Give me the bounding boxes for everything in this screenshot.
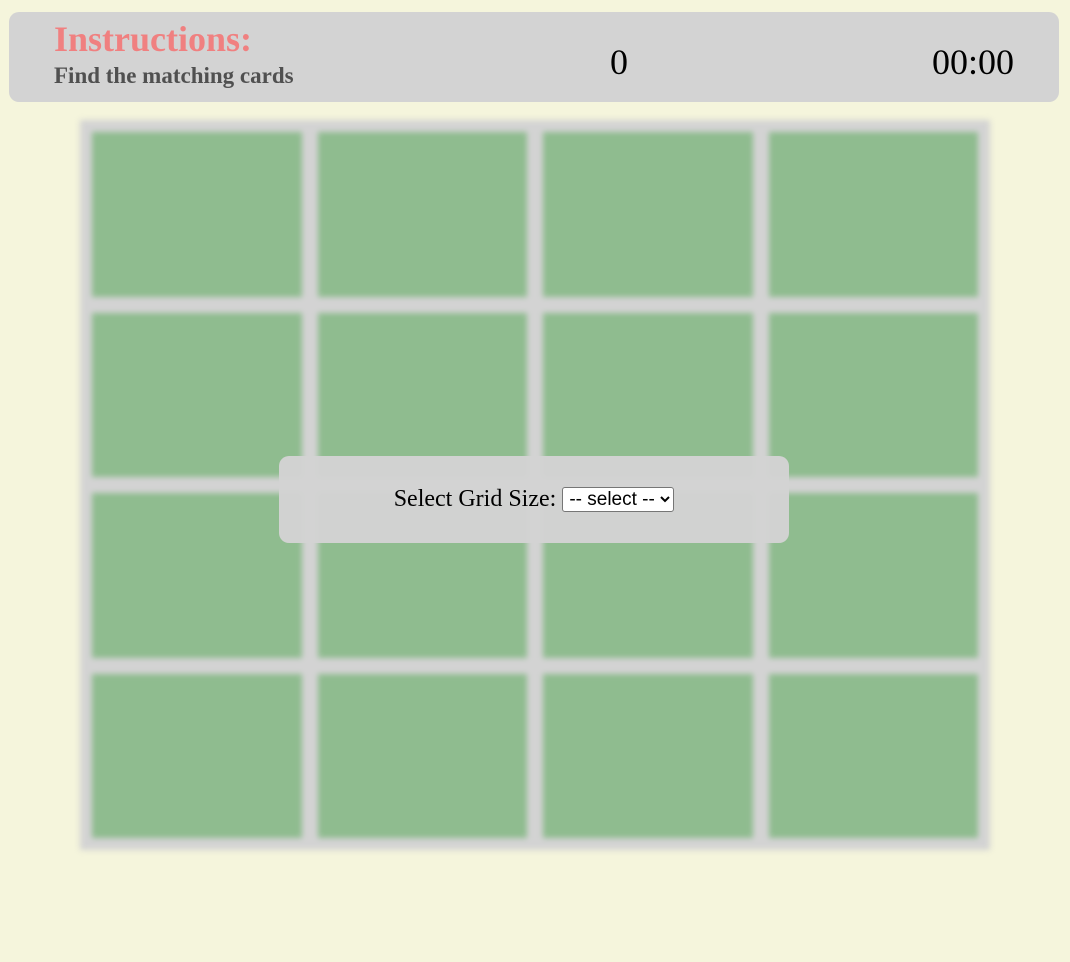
grid-size-label: Select Grid Size: bbox=[393, 486, 557, 512]
card-r1-c3[interactable] bbox=[543, 132, 753, 297]
card-r3-c4[interactable] bbox=[768, 493, 978, 658]
card-r4-c3[interactable] bbox=[543, 673, 753, 838]
grid-size-dialog: Select Grid Size: -- select -- bbox=[279, 456, 789, 543]
score-counter: 0 bbox=[610, 42, 628, 82]
card-r4-c1[interactable] bbox=[92, 673, 302, 838]
card-r1-c1[interactable] bbox=[92, 132, 302, 297]
card-r3-c1[interactable] bbox=[92, 493, 302, 658]
timer: 00:00 bbox=[931, 42, 1014, 82]
card-r4-c4[interactable] bbox=[768, 673, 978, 838]
instructions-title: Instructions: bbox=[54, 19, 253, 59]
grid-size-select[interactable]: -- select -- bbox=[562, 487, 675, 512]
card-r2-c2[interactable] bbox=[317, 312, 527, 477]
card-r2-c4[interactable] bbox=[768, 312, 978, 477]
card-r4-c2[interactable] bbox=[317, 673, 527, 838]
card-r1-c2[interactable] bbox=[317, 132, 527, 297]
header-bar: Instructions: Find the matching cards 0 … bbox=[9, 12, 1059, 102]
card-r2-c3[interactable] bbox=[543, 312, 753, 477]
card-r1-c4[interactable] bbox=[768, 132, 978, 297]
card-r2-c1[interactable] bbox=[92, 312, 302, 477]
instructions-text: Find the matching cards bbox=[54, 63, 294, 88]
